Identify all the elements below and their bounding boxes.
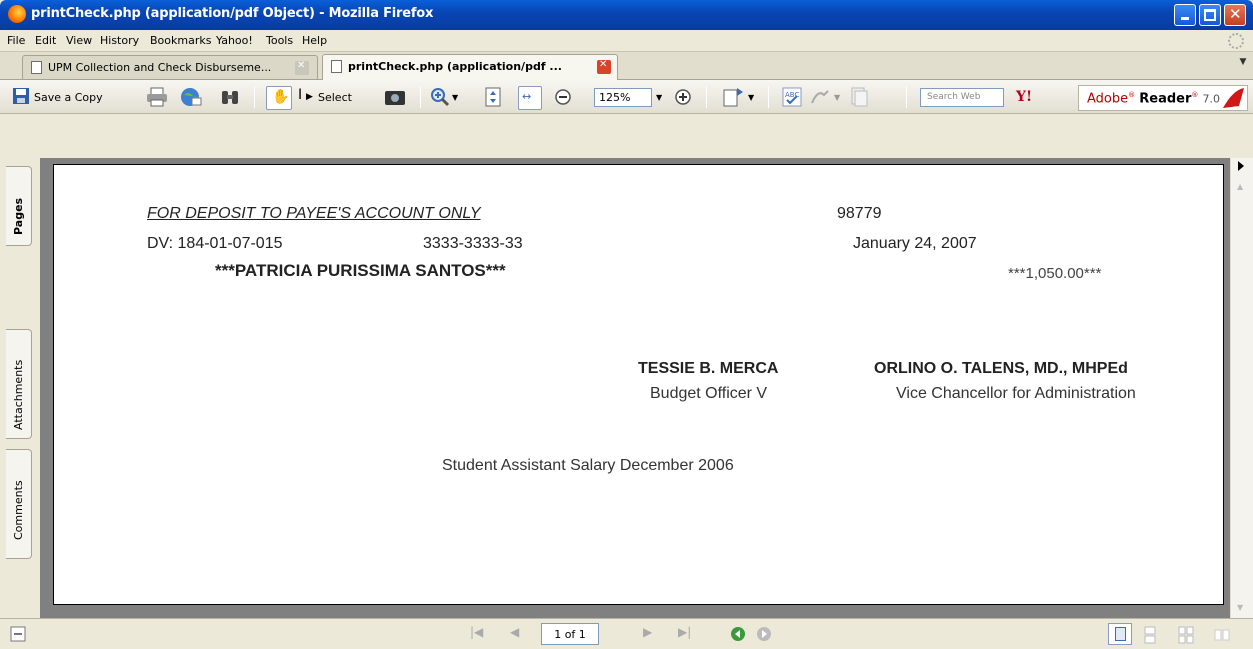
previous-page-icon[interactable]: ◀ bbox=[510, 625, 519, 639]
zoom-level-field[interactable]: 125% bbox=[594, 88, 652, 107]
menu-file[interactable]: File bbox=[7, 34, 25, 47]
rotate-view-icon[interactable] bbox=[722, 87, 744, 107]
go-back-icon[interactable] bbox=[730, 626, 746, 642]
menu-edit[interactable]: Edit bbox=[35, 34, 56, 47]
document-icon bbox=[31, 61, 42, 74]
spellcheck-icon[interactable]: ABC bbox=[782, 87, 802, 107]
continuous-facing-view-icon[interactable] bbox=[1214, 626, 1230, 644]
comments-tab-label: Comments bbox=[12, 480, 25, 540]
sign-icon[interactable] bbox=[810, 87, 832, 107]
options-menu-icon[interactable] bbox=[10, 626, 26, 642]
menu-view[interactable]: View bbox=[66, 34, 92, 47]
menu-help[interactable]: Help bbox=[302, 34, 327, 47]
signatory-1-name: TESSIE B. MERCA bbox=[638, 360, 779, 377]
facing-view-icon[interactable] bbox=[1178, 626, 1194, 644]
hand-tool-button[interactable]: ✋ bbox=[266, 86, 292, 110]
go-forward-icon[interactable] bbox=[756, 626, 772, 642]
document-viewport: FOR DEPOSIT TO PAYEE'S ACCOUNT ONLY 9877… bbox=[40, 158, 1230, 618]
account-number: 3333-3333-33 bbox=[423, 235, 523, 252]
fit-width-icon: ↔ bbox=[522, 90, 532, 103]
check-date: January 24, 2007 bbox=[853, 235, 977, 252]
save-icon[interactable] bbox=[12, 87, 30, 105]
fit-width-button[interactable]: ↔ bbox=[518, 86, 542, 110]
sign-chevron-icon[interactable]: ▼ bbox=[834, 93, 840, 102]
reader-status-bar: |◀ ◀ 1 of 1 ▶ ▶| bbox=[0, 618, 1253, 649]
pages-tab-label: Pages bbox=[12, 197, 25, 235]
search-web-input[interactable]: Search Web bbox=[920, 88, 1004, 107]
document-properties-icon[interactable] bbox=[850, 87, 868, 107]
firefox-icon bbox=[8, 5, 26, 23]
single-page-icon bbox=[1115, 627, 1126, 641]
tab-list-chevron-icon[interactable]: ▼ bbox=[1235, 57, 1251, 75]
zoom-level-chevron-icon[interactable]: ▼ bbox=[656, 93, 662, 102]
scroll-up-icon[interactable]: ▲ bbox=[1237, 182, 1243, 191]
tab-label: UPM Collection and Check Disburseme... bbox=[48, 61, 272, 74]
first-page-icon[interactable]: |◀ bbox=[470, 625, 483, 639]
save-copy-button[interactable]: Save a Copy bbox=[34, 91, 103, 104]
window-title: printCheck.php (application/pdf Object) … bbox=[31, 6, 434, 21]
sidetab-attachments[interactable]: Attachments bbox=[6, 329, 32, 439]
adobe-swoosh-icon bbox=[1223, 88, 1244, 108]
fit-page-icon[interactable] bbox=[484, 87, 502, 107]
signatory-2-title: Vice Chancellor for Administration bbox=[896, 385, 1136, 402]
tab-printcheck[interactable]: printCheck.php (application/pdf ... bbox=[322, 54, 618, 80]
throbber-icon bbox=[1228, 33, 1244, 49]
email-globe-icon[interactable] bbox=[180, 87, 202, 107]
title-bar: printCheck.php (application/pdf Object) … bbox=[0, 0, 1253, 30]
scroll-down-icon[interactable]: ▼ bbox=[1237, 603, 1243, 612]
payee-name: ***PATRICIA PURISSIMA SANTOS*** bbox=[215, 261, 506, 280]
select-button[interactable]: Select bbox=[318, 91, 352, 104]
continuous-view-icon[interactable] bbox=[1142, 626, 1158, 644]
text-cursor-icon: I bbox=[298, 87, 303, 103]
document-icon bbox=[331, 60, 342, 73]
zoom-plus-icon[interactable] bbox=[674, 87, 692, 107]
menu-yahoo[interactable]: Yahoo! bbox=[216, 34, 253, 47]
signatory-1-title: Budget Officer V bbox=[650, 385, 768, 402]
sidetab-comments[interactable]: Comments bbox=[6, 449, 32, 559]
page-number-field[interactable]: 1 of 1 bbox=[541, 623, 599, 645]
find-binoculars-icon[interactable] bbox=[220, 87, 240, 107]
panel-toggle-arrow-icon[interactable] bbox=[1238, 161, 1244, 171]
firefox-window: printCheck.php (application/pdf Object) … bbox=[0, 0, 1253, 649]
check-memo: Student Assistant Salary December 2006 bbox=[442, 457, 734, 474]
menu-bookmarks[interactable]: Bookmarks bbox=[150, 34, 211, 47]
adobe-reader-logo: Adobe® Reader® 7.0 bbox=[1078, 85, 1248, 111]
sidetab-pages[interactable]: Pages bbox=[6, 166, 32, 246]
next-page-icon[interactable]: ▶ bbox=[643, 625, 652, 639]
dv-number: DV: 184-01-07-015 bbox=[147, 235, 283, 252]
zoom-out-icon[interactable] bbox=[554, 87, 572, 107]
tab-close-icon[interactable] bbox=[597, 59, 611, 74]
menu-bar: File Edit View History Bookmarks Yahoo! … bbox=[0, 30, 1253, 52]
deposit-line: FOR DEPOSIT TO PAYEE'S ACCOUNT ONLY bbox=[147, 205, 481, 222]
reader-toolbar: Save a Copy ✋ I ▶ Select ▼ ↔ 125% ▼ ▼ AB… bbox=[0, 80, 1253, 114]
menu-history[interactable]: History bbox=[100, 34, 139, 47]
check-number: 98779 bbox=[837, 205, 882, 222]
yahoo-button[interactable]: Y! bbox=[1016, 89, 1032, 105]
single-page-view-button[interactable] bbox=[1108, 623, 1132, 645]
tab-bar: UPM Collection and Check Disburseme... p… bbox=[0, 52, 1253, 80]
check-amount: ***1,050.00*** bbox=[1008, 265, 1102, 282]
zoom-in-icon[interactable] bbox=[430, 87, 450, 107]
pdf-page: FOR DEPOSIT TO PAYEE'S ACCOUNT ONLY 9877… bbox=[53, 164, 1224, 605]
minimize-button[interactable] bbox=[1174, 4, 1196, 26]
attachments-tab-label: Attachments bbox=[12, 359, 25, 430]
signatory-2-name: ORLINO O. TALENS, MD., MHPEd bbox=[874, 360, 1128, 377]
tab-close-icon[interactable] bbox=[295, 60, 309, 75]
tab-label: printCheck.php (application/pdf ... bbox=[348, 60, 562, 73]
tab-upm-collection[interactable]: UPM Collection and Check Disburseme... bbox=[22, 55, 318, 79]
adobe-brand: Adobe® Reader® 7.0 bbox=[1087, 91, 1221, 107]
maximize-button[interactable] bbox=[1199, 4, 1221, 26]
select-arrow-icon: ▶ bbox=[306, 92, 313, 102]
close-button[interactable]: ✕ bbox=[1224, 4, 1246, 26]
last-page-icon[interactable]: ▶| bbox=[678, 625, 691, 639]
print-icon[interactable] bbox=[146, 87, 168, 107]
zoom-dropdown-chevron-icon[interactable]: ▼ bbox=[452, 93, 458, 102]
menu-tools[interactable]: Tools bbox=[266, 34, 293, 47]
vertical-scrollbar[interactable]: ▲ ▼ bbox=[1230, 158, 1253, 618]
snapshot-camera-icon[interactable] bbox=[384, 87, 406, 107]
svg-text:ABC: ABC bbox=[785, 91, 799, 99]
rotate-chevron-icon[interactable]: ▼ bbox=[748, 93, 754, 102]
hand-icon: ✋ bbox=[272, 89, 290, 105]
navigation-panel: Pages Attachments Comments bbox=[0, 114, 40, 618]
